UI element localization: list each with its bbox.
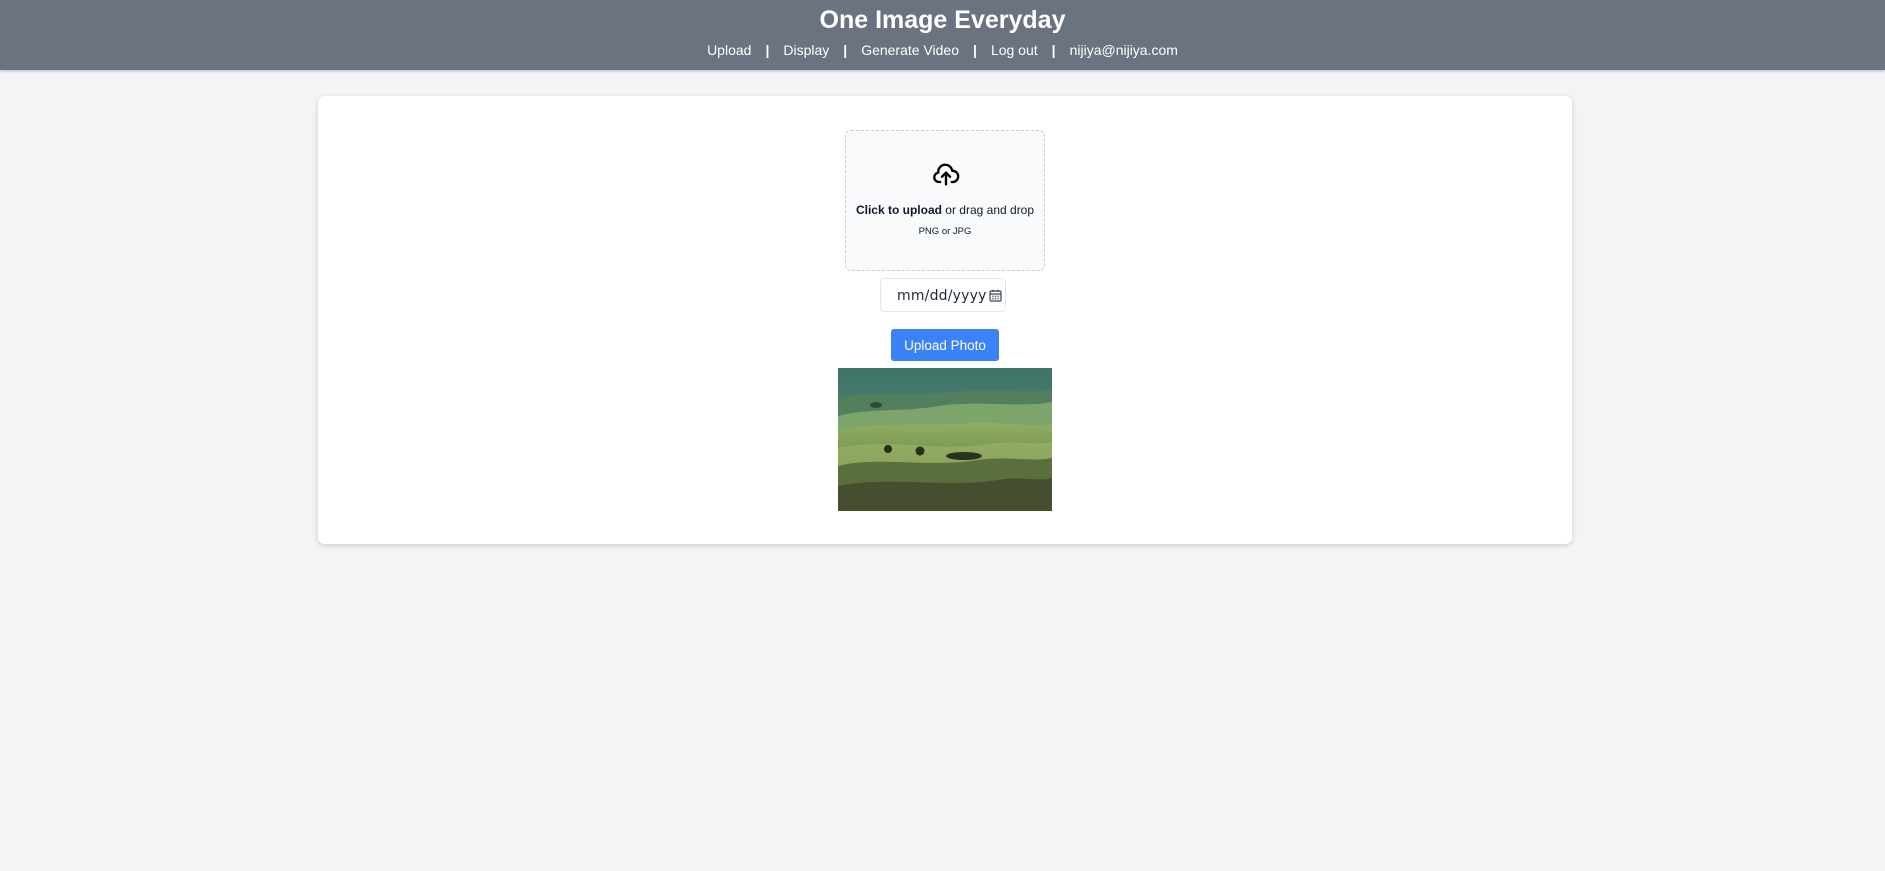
date-input[interactable]: mm/dd/yyyy [880, 278, 1006, 312]
calendar-icon[interactable] [989, 289, 1002, 302]
dropzone-instructions: Click to upload or drag and drop [846, 203, 1044, 217]
drag-drop-text: or drag and drop [941, 203, 1035, 217]
nav-separator: | [1051, 42, 1056, 58]
date-placeholder: mm/dd/yyyy [897, 288, 987, 304]
nav-user-email[interactable]: nijiya@nijiya.com [1070, 41, 1178, 59]
nav-separator: | [765, 42, 770, 58]
app-title: One Image Everyday [819, 6, 1066, 34]
uploaded-photo-preview [838, 368, 1052, 511]
main-nav: Upload | Display | Generate Video | Log … [0, 41, 1885, 59]
upload-photo-button[interactable]: Upload Photo [891, 329, 999, 361]
nav-logout-link[interactable]: Log out [991, 41, 1038, 59]
top-navbar: One Image Everyday Upload | Display | Ge… [0, 0, 1885, 70]
accepted-formats-text: PNG or JPG [918, 226, 972, 237]
cloud-upload-icon [932, 161, 960, 189]
nav-display-link[interactable]: Display [783, 41, 829, 59]
nav-upload-link[interactable]: Upload [707, 41, 751, 59]
file-dropzone[interactable]: Click to upload or drag and drop PNG or … [845, 130, 1045, 271]
nav-separator: | [843, 42, 848, 58]
click-to-upload-text: Click to upload [855, 203, 942, 217]
nav-separator: | [973, 42, 977, 58]
upload-card: Click to upload or drag and drop PNG or … [318, 96, 1572, 544]
nav-generate-video-link[interactable]: Generate Video [861, 41, 959, 59]
